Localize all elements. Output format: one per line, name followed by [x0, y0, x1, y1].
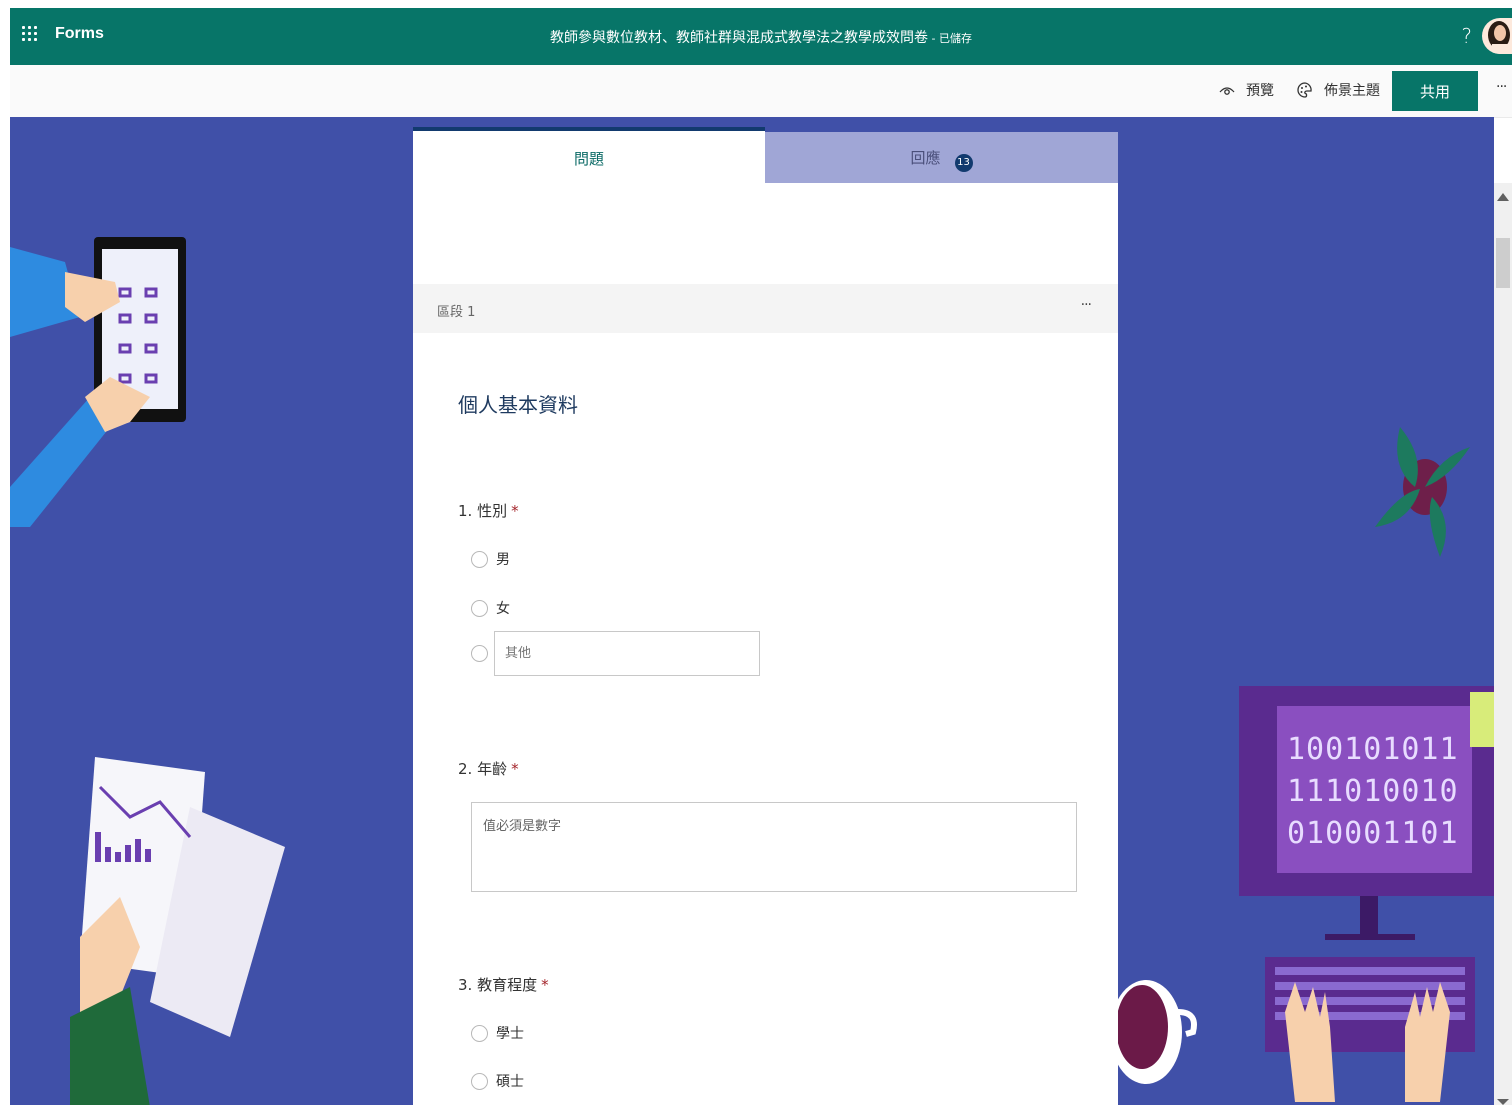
question-title[interactable]: 1. 性別 *	[458, 500, 519, 521]
age-input[interactable]: 值必須是數字	[471, 802, 1077, 892]
required-mark: *	[541, 976, 549, 994]
scroll-down-icon[interactable]	[1497, 1099, 1509, 1105]
form-title-text: 教師參與數位教材、教師社群與混成式教學法之教學成效問卷	[550, 30, 929, 46]
tab-questions[interactable]: 問題	[413, 127, 765, 183]
binary-line: 010001101	[1287, 816, 1459, 851]
option-label: 碩士	[496, 1074, 524, 1090]
section-header[interactable]: 區段 1 ···	[413, 284, 1118, 333]
avatar[interactable]	[1482, 18, 1512, 54]
tab-responses[interactable]: 回應 13	[765, 132, 1118, 183]
preview-button[interactable]: 預覽	[1218, 80, 1274, 100]
chart-papers-illustration	[70, 757, 285, 1105]
option-label: 男	[496, 552, 510, 568]
tablet-illustration	[10, 237, 186, 527]
theme-button[interactable]: 佈景主題	[1296, 80, 1380, 100]
plant-illustration	[1375, 427, 1470, 557]
radio-button[interactable]	[471, 1024, 488, 1042]
radio-button[interactable]	[471, 550, 488, 568]
eye-icon	[1219, 87, 1235, 95]
radio-option[interactable]: 男	[471, 549, 510, 569]
radio-button[interactable]	[471, 1072, 488, 1090]
radio-button[interactable]	[471, 645, 488, 662]
radio-option-other[interactable]	[471, 645, 496, 662]
option-label: 學士	[496, 1026, 524, 1042]
section-label: 區段 1	[437, 305, 476, 320]
radio-button[interactable]	[471, 599, 488, 617]
more-options-button[interactable]: ···	[1496, 79, 1507, 95]
question-title[interactable]: 3. 教育程度 *	[458, 974, 549, 995]
question-text: 1. 性別	[458, 502, 508, 520]
form-title: 教師參與數位教材、教師社群與混成式教學法之教學成效問卷 - 已儲存	[10, 27, 1512, 47]
radio-option[interactable]: 碩士	[471, 1071, 524, 1091]
tab-questions-label: 問題	[573, 150, 604, 168]
radio-option[interactable]: 學士	[471, 1023, 524, 1043]
question-text: 2. 年齡	[458, 760, 508, 778]
binary-code-display: 100101011 111010010 010001101	[1287, 729, 1459, 855]
command-bar: 預覽 佈景主題 共用 ···	[10, 65, 1512, 118]
scrollbar-thumb[interactable]	[1496, 238, 1510, 288]
scroll-up-icon[interactable]	[1497, 193, 1509, 201]
question-text: 3. 教育程度	[458, 976, 538, 994]
other-option-input[interactable]	[494, 631, 760, 676]
share-button[interactable]: 共用	[1392, 71, 1478, 111]
binary-line: 100101011	[1287, 732, 1459, 767]
palette-icon	[1297, 82, 1312, 98]
preview-label: 預覽	[1246, 83, 1274, 99]
responses-count-badge: 13	[954, 154, 973, 172]
theme-label: 佈景主題	[1324, 83, 1380, 99]
vertical-scrollbar[interactable]	[1494, 183, 1512, 1105]
tab-responses-label: 回應	[910, 149, 941, 167]
required-mark: *	[511, 502, 519, 520]
coffee-cup-illustration	[1110, 980, 1197, 1084]
binary-line: 111010010	[1287, 774, 1459, 809]
help-button[interactable]: ?	[1461, 24, 1472, 48]
question-title[interactable]: 2. 年齡 *	[458, 758, 519, 779]
section-more-button[interactable]: ···	[1081, 297, 1092, 313]
section-title[interactable]: 個人基本資料	[458, 389, 578, 418]
form-tabs: 問題 回應 13	[413, 127, 1118, 183]
form-editor: 區段 1 ··· 個人基本資料 1. 性別* 男 女 2. 年齡* 值必須是數字…	[413, 183, 1118, 1105]
app-header: Forms 教師參與數位教材、教師社群與混成式教學法之教學成效問卷 - 已儲存 …	[10, 8, 1512, 65]
option-label: 女	[496, 601, 510, 617]
radio-option[interactable]: 女	[471, 598, 510, 618]
save-status: - 已儲存	[928, 32, 972, 45]
required-mark: *	[511, 760, 519, 778]
